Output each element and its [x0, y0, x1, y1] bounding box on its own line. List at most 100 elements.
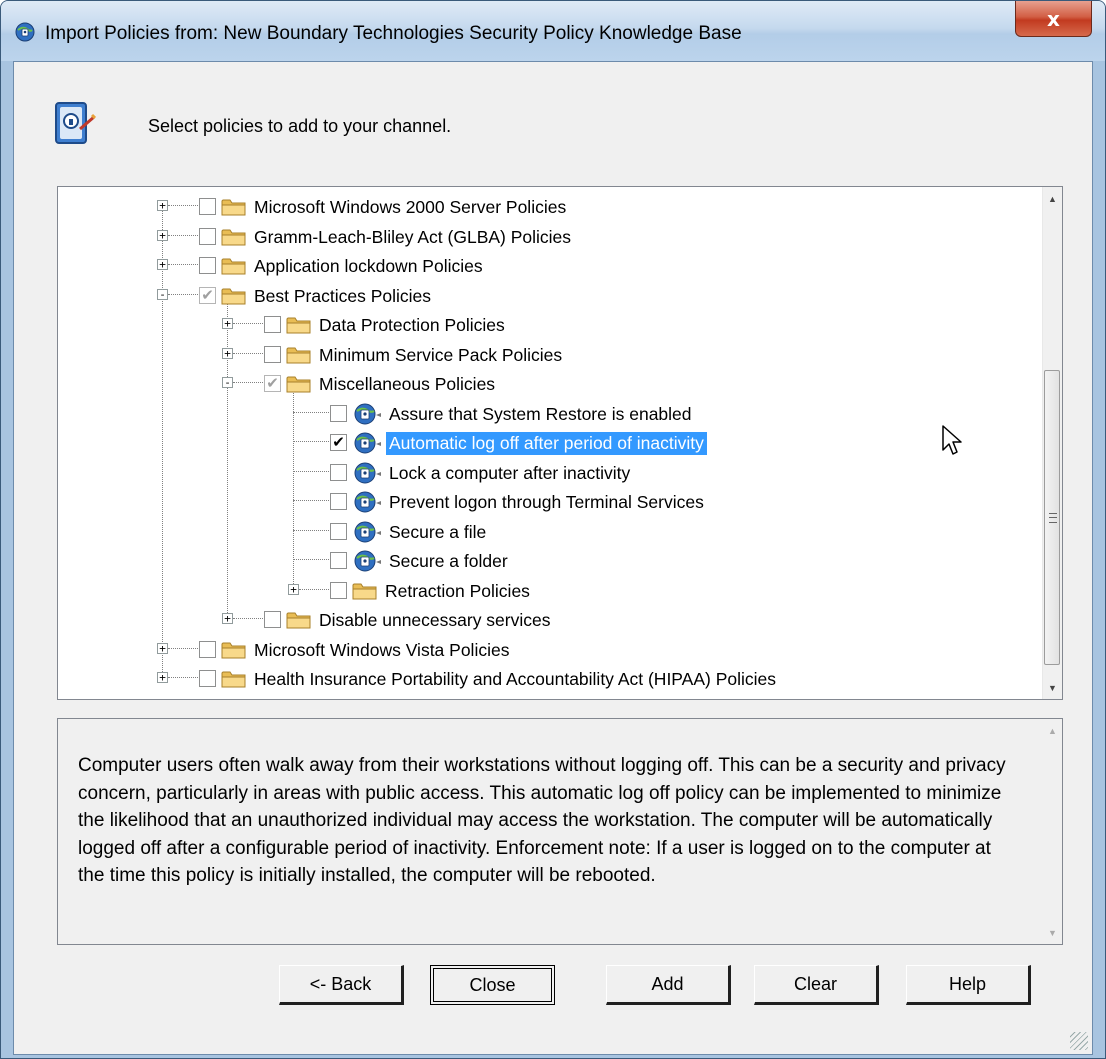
expand-icon[interactable]: +	[157, 642, 168, 654]
tree-connector	[233, 352, 263, 354]
title-bar[interactable]: Import Policies from: New Boundary Techn…	[1, 1, 1105, 61]
tree-item[interactable]: + Disable unnecessary services	[58, 605, 1042, 634]
scroll-down-arrow-icon[interactable]: ▼	[1043, 923, 1062, 942]
tree-scrollbar[interactable]: ▲ ▼	[1042, 187, 1062, 699]
expand-icon[interactable]: +	[222, 347, 233, 359]
tree-item[interactable]: + Microsoft Windows Vista Policies	[58, 635, 1042, 664]
tree-item[interactable]: + Microsoft Windows 2000 Server Policies	[58, 192, 1042, 221]
tree-item[interactable]: - ✔ Miscellaneous Policies	[58, 369, 1042, 398]
tree-item-checkbox[interactable]	[199, 198, 216, 215]
policy-globe-icon	[354, 491, 381, 513]
tree-item[interactable]: ✔ Automatic log off after period of inact…	[58, 428, 1042, 457]
collapse-icon[interactable]: -	[222, 377, 233, 388]
clear-button[interactable]: Clear	[754, 965, 879, 1005]
tree-connector	[168, 234, 198, 236]
tree-item-checkbox[interactable]: ✔	[330, 434, 347, 451]
collapse-icon[interactable]: -	[157, 288, 168, 300]
expand-icon[interactable]: +	[222, 613, 233, 624]
tree-item-label[interactable]: Gramm-Leach-Bliley Act (GLBA) Policies	[251, 226, 574, 249]
help-button[interactable]: Help	[906, 965, 1031, 1005]
tree-item[interactable]: + Application lockdown Policies	[58, 251, 1042, 280]
tree-item-label[interactable]: Automatic log off after period of inacti…	[386, 432, 707, 455]
tree-item[interactable]: + Data Protection Policies	[58, 310, 1042, 339]
folder-icon	[286, 612, 311, 629]
tree-item-label[interactable]: Disable unnecessary services	[316, 609, 554, 632]
tree-item[interactable]: + Gramm-Leach-Bliley Act (GLBA) Policies	[58, 222, 1042, 251]
tree-item-checkbox[interactable]	[330, 493, 347, 510]
tree-connector	[233, 382, 263, 383]
tree-item[interactable]: Assure that System Restore is enabled	[58, 399, 1042, 428]
tree-item-checkbox[interactable]	[264, 611, 281, 628]
tree-item-label[interactable]: Best Practices Policies	[251, 285, 434, 308]
tree-item-label[interactable]: Data Protection Policies	[316, 314, 508, 337]
tree-item[interactable]: Secure a file	[58, 517, 1042, 546]
policy-globe-icon	[354, 521, 381, 542]
window-title: Import Policies from: New Boundary Techn…	[45, 23, 742, 44]
instruction-text: Select policies to add to your channel.	[148, 116, 452, 136]
tree-item-label[interactable]: Lock a computer after inactivity	[386, 462, 633, 485]
tree-item-label[interactable]: Retraction Policies	[382, 580, 533, 603]
import-policies-dialog: Import Policies from: New Boundary Techn…	[0, 0, 1106, 1059]
expand-icon[interactable]: +	[157, 259, 168, 270]
tree-item-checkbox[interactable]: ✔	[199, 286, 216, 304]
resize-grip[interactable]	[1070, 1032, 1088, 1050]
expand-icon[interactable]: +	[222, 318, 233, 329]
tree-item-checkbox[interactable]	[199, 227, 216, 245]
scroll-up-arrow-icon[interactable]: ▲	[1043, 721, 1062, 740]
tree-item-checkbox[interactable]	[199, 257, 216, 274]
tree-item-label[interactable]: Miscellaneous Policies	[316, 373, 498, 396]
dialog-client-area: Select policies to add to your channel. …	[13, 61, 1093, 1055]
tree-connector	[293, 441, 329, 442]
add-button[interactable]: Add	[606, 965, 731, 1005]
folder-icon	[221, 288, 246, 304]
tree-item-label[interactable]: Assure that System Restore is enabled	[386, 403, 695, 426]
policy-tree[interactable]: + Microsoft Windows 2000 Server Policies +…	[57, 186, 1063, 700]
tree-item-checkbox[interactable]	[330, 581, 347, 599]
tree-connector	[168, 205, 198, 206]
tree-connector	[233, 323, 263, 324]
mouse-cursor-icon	[942, 425, 962, 455]
scroll-up-arrow-icon[interactable]: ▲	[1043, 189, 1062, 208]
tree-item-label[interactable]: Prevent logon through Terminal Services	[386, 491, 707, 514]
tree-item[interactable]: Lock a computer after inactivity	[58, 458, 1042, 487]
tree-item-label[interactable]: Secure a file	[386, 521, 489, 544]
tree-item-checkbox[interactable]	[264, 316, 281, 333]
tree-item-checkbox[interactable]	[330, 522, 347, 540]
scroll-down-arrow-icon[interactable]: ▼	[1043, 678, 1062, 697]
tree-connector	[168, 677, 198, 678]
tree-item-checkbox[interactable]	[330, 463, 347, 481]
scroll-thumb[interactable]	[1044, 370, 1060, 665]
description-scrollbar[interactable]: ▲ ▼	[1043, 719, 1062, 944]
tree-item-checkbox[interactable]	[199, 640, 216, 658]
tree-item-label[interactable]: Application lockdown Policies	[251, 255, 486, 278]
tree-item[interactable]: + Minimum Service Pack Policies	[58, 340, 1042, 369]
close-button[interactable]: Close	[430, 965, 555, 1005]
tree-item-label[interactable]: Minimum Service Pack Policies	[316, 344, 565, 367]
folder-icon	[286, 376, 311, 393]
tree-item[interactable]: Prevent logon through Terminal Services	[58, 487, 1042, 516]
tree-item-checkbox[interactable]	[330, 552, 347, 569]
tree-item-checkbox[interactable]	[264, 345, 281, 363]
expand-icon[interactable]: +	[288, 583, 299, 595]
tree-item-label[interactable]: Health Insurance Portability and Account…	[251, 668, 779, 691]
expand-icon[interactable]: +	[157, 672, 168, 683]
tree-item-label[interactable]: Secure a folder	[386, 550, 511, 573]
folder-icon	[221, 229, 246, 245]
tree-item-label[interactable]: Microsoft Windows Vista Policies	[251, 639, 512, 662]
back-button[interactable]: <- Back	[279, 965, 404, 1005]
tree-item-checkbox[interactable]	[199, 670, 216, 687]
tree-item[interactable]: - ✔ Best Practices Policies	[58, 281, 1042, 310]
expand-icon[interactable]: +	[157, 229, 168, 241]
tree-item-checkbox[interactable]	[330, 404, 347, 422]
tree-item[interactable]: + Health Insurance Portability and Accoun…	[58, 664, 1042, 693]
tree-item[interactable]: + Retraction Policies	[58, 576, 1042, 605]
tree-connector	[168, 293, 198, 295]
close-window-button[interactable]: x	[1015, 1, 1092, 37]
policy-globe-icon	[354, 403, 381, 424]
policy-globe-icon	[354, 550, 381, 572]
expand-icon[interactable]: +	[157, 200, 168, 211]
tree-item[interactable]: Secure a folder	[58, 546, 1042, 575]
tree-item-label[interactable]: Microsoft Windows 2000 Server Policies	[251, 196, 569, 219]
policy-globe-icon	[15, 22, 35, 42]
tree-item-checkbox[interactable]: ✔	[264, 375, 281, 392]
